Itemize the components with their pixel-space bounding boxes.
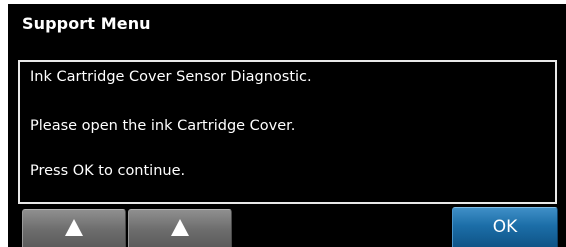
scroll-up-button-1[interactable]	[22, 209, 126, 247]
message-box: Ink Cartridge Cover Sensor Diagnostic. P…	[18, 60, 557, 204]
scroll-up-button-2[interactable]	[128, 209, 232, 247]
page-title: Support Menu	[22, 14, 151, 33]
message-line-continue: Press OK to continue.	[30, 163, 186, 179]
message-line-instruction: Please open the ink Cartridge Cover.	[30, 118, 296, 134]
up-triangle-icon	[171, 219, 189, 236]
message-line-diagnostic: Ink Cartridge Cover Sensor Diagnostic.	[30, 69, 312, 85]
ok-button[interactable]: OK	[452, 207, 558, 247]
up-triangle-icon	[65, 219, 83, 236]
support-menu-screen: Support Menu Ink Cartridge Cover Sensor …	[8, 4, 566, 247]
